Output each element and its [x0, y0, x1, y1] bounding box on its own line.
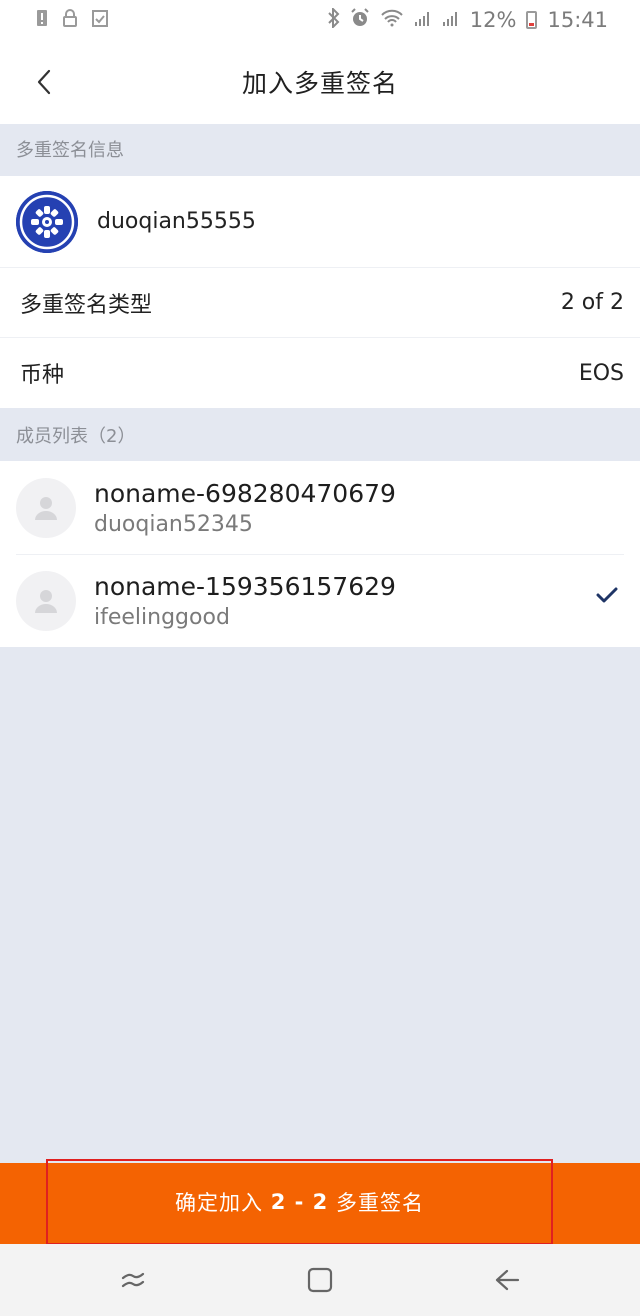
task-check-icon [92, 9, 108, 32]
recent-apps-icon [122, 1272, 145, 1288]
sim-alert-icon [36, 9, 48, 32]
alarm-icon [350, 7, 370, 33]
chevron-left-icon [37, 69, 51, 95]
home-button[interactable] [290, 1250, 350, 1310]
battery-percent: 12% [469, 8, 517, 32]
user-icon [35, 496, 57, 520]
signal-icon [414, 9, 432, 32]
confirm-join-button[interactable]: 确定加入 2 - 2 多重签名 [46, 1159, 553, 1245]
home-square-icon [307, 1267, 333, 1293]
multisig-logo-icon [16, 190, 78, 253]
confirm-bar: 确定加入 2 - 2 多重签名 [0, 1159, 640, 1245]
member-account: duoqian52345 [94, 511, 253, 537]
signal-4g-icon [442, 9, 460, 32]
back-arrow-icon [495, 1269, 519, 1291]
member-text: noname-698280470679 duoqian52345 [94, 479, 396, 537]
currency-row: 币种 EOS [0, 338, 640, 408]
back-nav-button[interactable] [477, 1250, 537, 1310]
member-text: noname-159356157629 ifeelinggood [94, 572, 396, 630]
confirm-label-bold: 2 - 2 [270, 1190, 329, 1214]
avatar [16, 477, 76, 538]
member-list: noname-698280470679 duoqian52345 noname-… [0, 461, 640, 647]
confirm-label-prefix: 确定加入 [175, 1191, 271, 1215]
currency-value: EOS [578, 360, 624, 386]
multisig-type-value: 2 of 2 [560, 290, 624, 315]
lock-icon [62, 8, 78, 32]
status-left [36, 8, 108, 32]
multisig-info-header: 多重签名信息 [0, 124, 640, 174]
back-button[interactable] [24, 60, 64, 104]
recent-apps-button[interactable] [103, 1250, 163, 1310]
nav-bar: 加入多重签名 [0, 40, 640, 124]
member-row[interactable]: noname-698280470679 duoqian52345 [0, 461, 640, 554]
multisig-account-row: duoqian55555 [0, 176, 640, 268]
checkmark-icon [596, 587, 618, 607]
bluetooth-icon [328, 6, 340, 33]
member-row[interactable]: noname-159356157629 ifeelinggood [0, 554, 640, 647]
multisig-account-name: duoqian55555 [97, 209, 256, 234]
wifi-icon [380, 9, 404, 32]
member-list-header: 成员列表（2） [0, 410, 640, 460]
member-name: noname-698280470679 [94, 478, 396, 508]
avatar [16, 570, 76, 631]
member-account: ifeelinggood [94, 604, 230, 630]
clock: 15:41 [547, 8, 608, 32]
status-right: 12% 15:41 [328, 6, 608, 33]
multisig-type-row: 多重签名类型 2 of 2 [0, 268, 640, 338]
status-bar: 12% 15:41 [0, 0, 640, 40]
user-icon [35, 589, 57, 613]
system-nav-bar [0, 1244, 640, 1316]
multisig-info-panel: duoqian55555 多重签名类型 2 of 2 币种 EOS [0, 176, 640, 408]
multisig-type-label: 多重签名类型 [20, 292, 153, 318]
page-title: 加入多重签名 [241, 69, 398, 98]
currency-label: 币种 [20, 363, 65, 388]
battery-icon [526, 11, 538, 29]
member-name: noname-159356157629 [94, 571, 396, 601]
confirm-label-suffix: 多重签名 [328, 1191, 424, 1215]
